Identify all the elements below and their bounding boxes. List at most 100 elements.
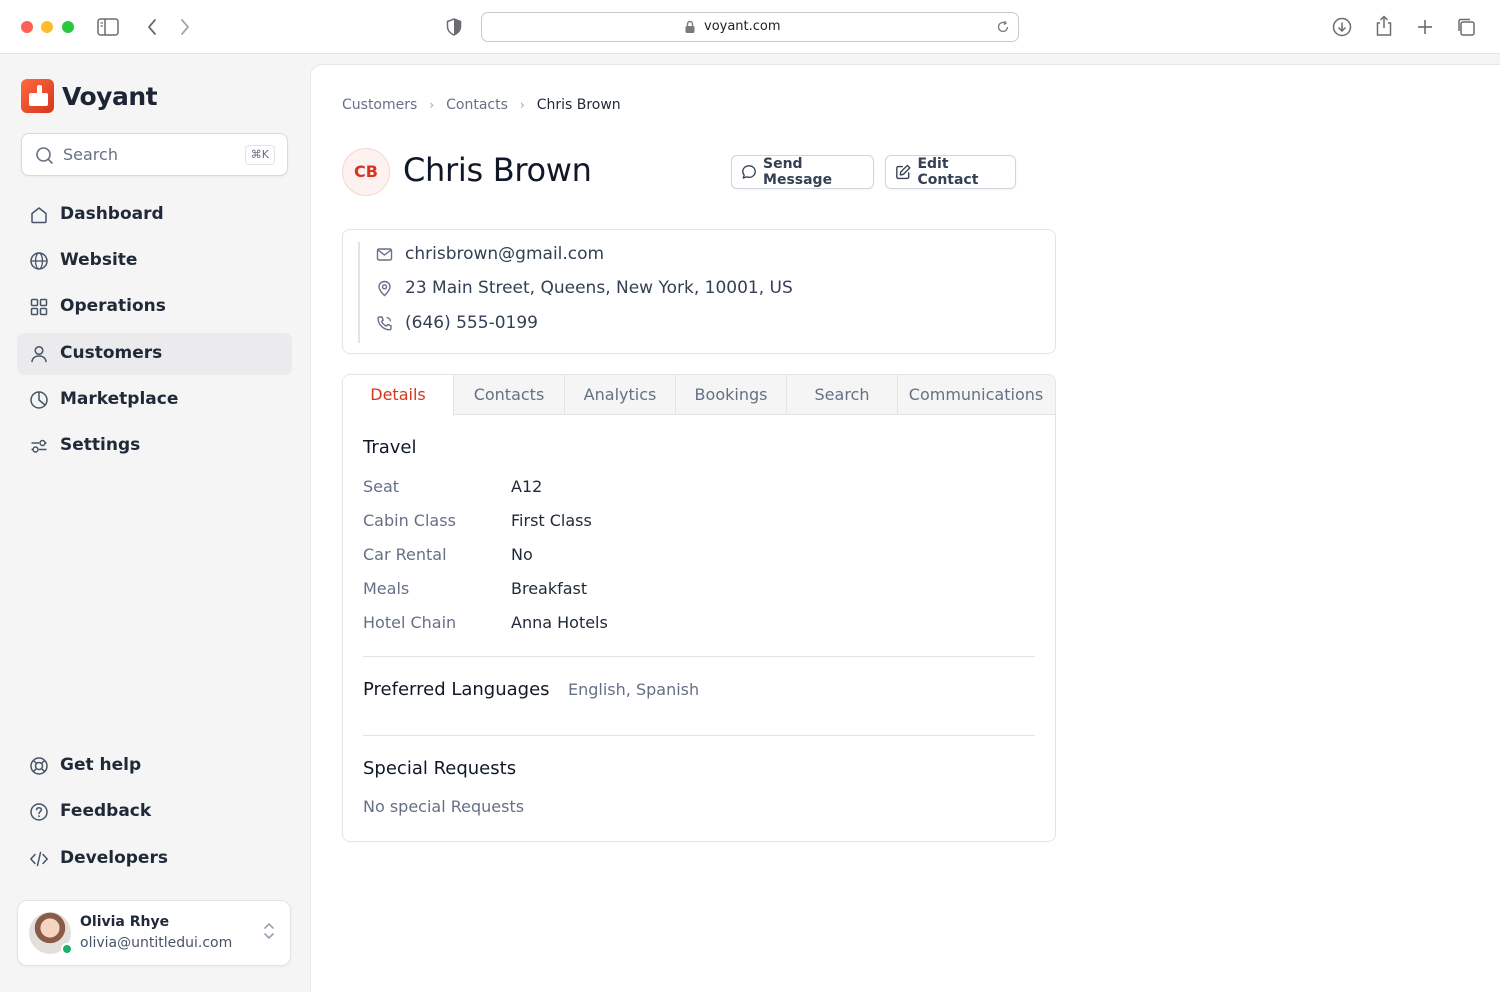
download-icon[interactable]	[1332, 17, 1352, 37]
sidebar: Voyant Search ⌘K Dashboard Website Opera…	[0, 54, 310, 992]
online-status-indicator	[61, 943, 73, 955]
info-card-accent-bar	[358, 242, 360, 343]
shield-icon[interactable]	[446, 18, 462, 36]
contact-phone[interactable]: (646) 555-0199	[405, 313, 538, 333]
app-window: Voyant Search ⌘K Dashboard Website Opera…	[0, 54, 1500, 992]
code-icon	[30, 851, 48, 867]
travel-section-title: Travel	[363, 437, 417, 458]
section-divider	[363, 735, 1035, 736]
travel-value: Breakfast	[511, 579, 588, 598]
special-requests-title: Special Requests	[363, 758, 517, 779]
contact-address-row: 23 Main Street, Queens, New York, 10001,…	[376, 278, 793, 298]
edit-icon	[896, 164, 911, 180]
brand-name: Voyant	[62, 81, 158, 111]
special-requests-value: No special Requests	[363, 797, 525, 816]
user-icon	[31, 345, 47, 363]
nav-item-developers[interactable]: Developers	[17, 838, 292, 880]
lock-icon	[685, 20, 695, 33]
brand-logo[interactable]: Voyant	[21, 78, 158, 114]
edit-contact-button[interactable]: Edit Contact	[885, 155, 1016, 189]
chevron-right-icon: ›	[519, 98, 525, 112]
nav-item-label: Feedback	[60, 801, 152, 821]
new-tab-icon[interactable]	[1416, 18, 1434, 36]
back-icon[interactable]	[146, 18, 158, 36]
travel-value: Anna Hotels	[511, 613, 608, 632]
travel-key: Cabin Class	[363, 511, 456, 530]
nav-item-settings[interactable]: Settings	[17, 425, 292, 467]
contact-phone-row: (646) 555-0199	[376, 313, 538, 333]
sidebar-toggle-icon[interactable]	[97, 18, 119, 36]
main-content: Customers › Contacts › Chris Brown CB Ch…	[310, 64, 1500, 992]
nav-item-label: Operations	[60, 296, 166, 316]
life-buoy-icon	[30, 757, 48, 775]
nav-item-label: Customers	[60, 343, 163, 363]
languages-section-title: Preferred Languages	[363, 679, 550, 700]
nav-item-operations[interactable]: Operations	[17, 286, 292, 328]
tab-overview-icon[interactable]	[1456, 17, 1476, 37]
address-bar[interactable]: voyant.com	[481, 12, 1019, 42]
breadcrumb-customers[interactable]: Customers	[342, 97, 417, 113]
close-window-button[interactable]	[21, 21, 33, 33]
tab-bookings[interactable]: Bookings	[676, 375, 787, 415]
travel-value: A12	[511, 477, 543, 496]
travel-key: Hotel Chain	[363, 613, 457, 632]
nav-item-dashboard[interactable]: Dashboard	[17, 194, 292, 236]
forward-icon[interactable]	[179, 18, 191, 36]
nav-item-marketplace[interactable]: Marketplace	[17, 379, 292, 421]
nav-item-get-help[interactable]: Get help	[17, 745, 292, 787]
contact-info-card: chrisbrown@gmail.com 23 Main Street, Que…	[342, 229, 1056, 354]
tab-search[interactable]: Search	[787, 375, 898, 415]
minimize-window-button[interactable]	[41, 21, 53, 33]
nav-item-feedback[interactable]: Feedback	[17, 791, 292, 833]
contact-email[interactable]: chrisbrown@gmail.com	[405, 244, 604, 264]
map-pin-icon	[378, 280, 391, 296]
avatar	[29, 912, 73, 955]
preferred-languages-value: English, Spanish	[568, 680, 700, 699]
tab-details[interactable]: Details	[343, 375, 454, 416]
travel-key: Meals	[363, 579, 410, 598]
user-email: olivia@untitledui.com	[80, 935, 233, 951]
travel-value: First Class	[511, 511, 592, 530]
tab-analytics[interactable]: Analytics	[565, 375, 676, 415]
section-divider	[363, 656, 1035, 657]
zoom-window-button[interactable]	[62, 21, 74, 33]
tab-bar: Details Contacts Analytics Bookings Sear…	[343, 375, 1055, 416]
send-message-label: Send Message	[763, 156, 833, 188]
edit-contact-label: Edit Contact	[917, 156, 979, 188]
help-circle-icon	[30, 803, 48, 821]
pie-chart-icon	[30, 391, 48, 409]
account-switcher[interactable]: Olivia Rhye olivia@untitledui.com	[17, 900, 291, 966]
share-icon[interactable]	[1375, 15, 1393, 37]
search-shortcut-badge: ⌘K	[244, 145, 275, 165]
page-title: Chris Brown	[403, 151, 592, 189]
nav-item-customers[interactable]: Customers	[17, 333, 292, 375]
url-text: voyant.com	[704, 19, 781, 34]
nav-item-label: Marketplace	[60, 389, 179, 409]
tab-contacts[interactable]: Contacts	[454, 375, 565, 415]
send-message-button[interactable]: Send Message	[731, 155, 874, 189]
travel-key: Seat	[363, 477, 400, 496]
voyant-logo-icon	[21, 79, 54, 113]
contact-tabs-panel: Details Contacts Analytics Bookings Sear…	[342, 374, 1056, 842]
nav-item-website[interactable]: Website	[17, 240, 292, 282]
globe-icon	[30, 252, 48, 270]
nav-item-label: Get help	[60, 755, 142, 775]
travel-key: Car Rental	[363, 545, 447, 564]
grid-icon	[30, 298, 48, 316]
mail-icon	[376, 247, 393, 261]
search-input[interactable]: Search ⌘K	[21, 133, 288, 176]
breadcrumb-current: Chris Brown	[536, 97, 621, 113]
browser-toolbar: voyant.com	[0, 0, 1500, 54]
chevron-selector-icon	[264, 923, 274, 939]
travel-value: No	[511, 545, 533, 564]
breadcrumb-contacts[interactable]: Contacts	[446, 97, 508, 113]
nav-item-label: Settings	[60, 435, 141, 455]
contact-avatar: CB	[342, 148, 390, 196]
sliders-icon	[31, 439, 47, 453]
tab-communications[interactable]: Communications	[898, 375, 1054, 415]
chevron-right-icon: ›	[429, 98, 435, 112]
reload-icon[interactable]	[996, 20, 1010, 34]
contact-address: 23 Main Street, Queens, New York, 10001,…	[405, 278, 793, 298]
nav-item-label: Dashboard	[60, 204, 164, 224]
nav-item-label: Website	[60, 250, 138, 270]
